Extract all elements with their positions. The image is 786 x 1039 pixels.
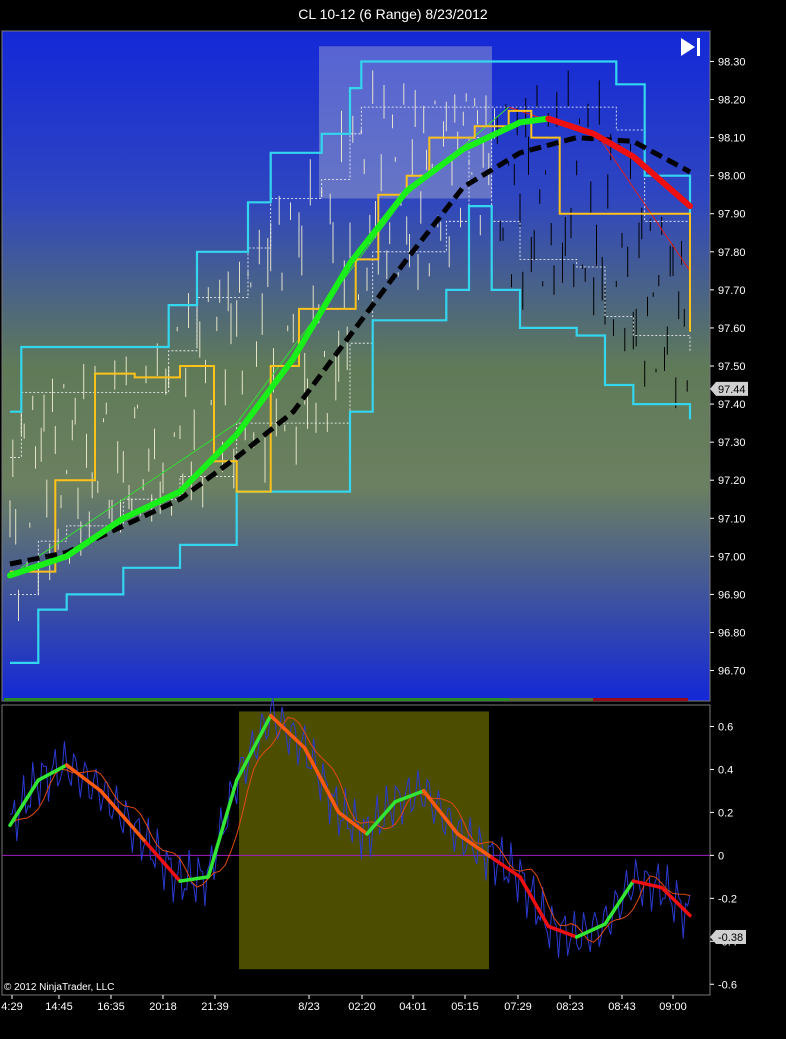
oscillator-axis-tick-label: -0.2 <box>718 893 737 905</box>
price-axis-tick-label: 97.70 <box>718 285 746 297</box>
price-axis-tick-label: 97.30 <box>718 437 746 449</box>
price-axis-tick-label: 97.90 <box>718 209 746 221</box>
price-axis-tick-label: 97.20 <box>718 475 746 487</box>
time-axis-tick-label: 4:29 <box>1 1001 22 1013</box>
copyright-label: © 2012 NinjaTrader, LLC <box>4 982 114 993</box>
oscillator-smooth-segment <box>206 778 239 879</box>
price-axis-tick-label: 98.30 <box>718 56 746 68</box>
trend-strip-green <box>4 698 509 701</box>
time-axis-tick-label: 05:15 <box>451 1001 479 1013</box>
oscillator-highlight-box <box>239 711 489 970</box>
price-axis-tick-label: 98.10 <box>718 133 746 145</box>
oscillator-axis-tick-label: 0 <box>718 850 724 862</box>
highlight-box <box>319 46 492 199</box>
oscillator-axis: 0.60.40.20-0.2-0.4-0.6-0.38 <box>710 721 746 991</box>
last-value-label: -0.38 <box>718 932 743 944</box>
price-axis-tick-label: 97.00 <box>718 551 746 563</box>
time-axis: 4:29 14:45 16:35 20:18 21:39 8/23 02:20 04:01 05… <box>1 995 687 1013</box>
price-axis: 96.70 96.80 96.90 97.00 97.10 97.20 97.30 97.40… <box>710 56 748 678</box>
price-axis-tick-label: 97.80 <box>718 247 746 259</box>
time-axis-tick-label: 08:23 <box>556 1001 584 1013</box>
time-axis-tick-label: 8/23 <box>298 1001 319 1013</box>
last-price-label: 97.44 <box>718 384 746 396</box>
oscillator-axis-tick-label: 0.6 <box>718 721 733 733</box>
time-axis-tick-label: 02:20 <box>348 1001 376 1013</box>
oscillator-smooth-segment <box>178 875 211 883</box>
oscillator-smooth-segment <box>631 879 664 890</box>
price-axis-tick-label: 96.90 <box>718 589 746 601</box>
time-axis-tick-label: 07:29 <box>504 1001 532 1013</box>
oscillator-axis-tick-label: 0.2 <box>718 807 733 819</box>
price-axis-tick-label: 98.20 <box>718 95 746 107</box>
trend-strip-red <box>593 698 688 701</box>
time-axis-tick-label: 20:18 <box>149 1001 177 1013</box>
window-title: CL 10-12 (6 Range) 8/23/2012 <box>298 6 488 22</box>
oscillator-axis-tick-label: 0.4 <box>718 764 733 776</box>
time-axis-tick-label: 04:01 <box>399 1001 427 1013</box>
price-axis-tick-label: 97.10 <box>718 513 746 525</box>
oscillator-axis-tick-label: -0.6 <box>718 979 737 991</box>
oscillator-plot-area <box>2 697 710 970</box>
time-axis-tick-label: 21:39 <box>201 1001 229 1013</box>
time-axis-tick-label: 09:00 <box>659 1001 687 1013</box>
price-axis-tick-label: 97.50 <box>718 361 746 373</box>
chart-canvas: 96.70 96.80 96.90 97.00 97.10 97.20 97.30 97.40… <box>1 30 748 1013</box>
trend-strip-olive <box>509 698 593 701</box>
price-axis-tick-label: 97.40 <box>718 399 746 411</box>
time-axis-tick-label: 08:43 <box>608 1001 636 1013</box>
price-axis-tick-label: 97.60 <box>718 323 746 335</box>
price-axis-tick-label: 96.80 <box>718 627 746 639</box>
time-axis-tick-label: 14:45 <box>45 1001 73 1013</box>
price-axis-tick-label: 98.00 <box>718 171 746 183</box>
price-axis-tick-label: 96.70 <box>718 666 746 678</box>
time-axis-tick-label: 16:35 <box>97 1001 125 1013</box>
oscillator-smooth-segment <box>98 789 148 845</box>
